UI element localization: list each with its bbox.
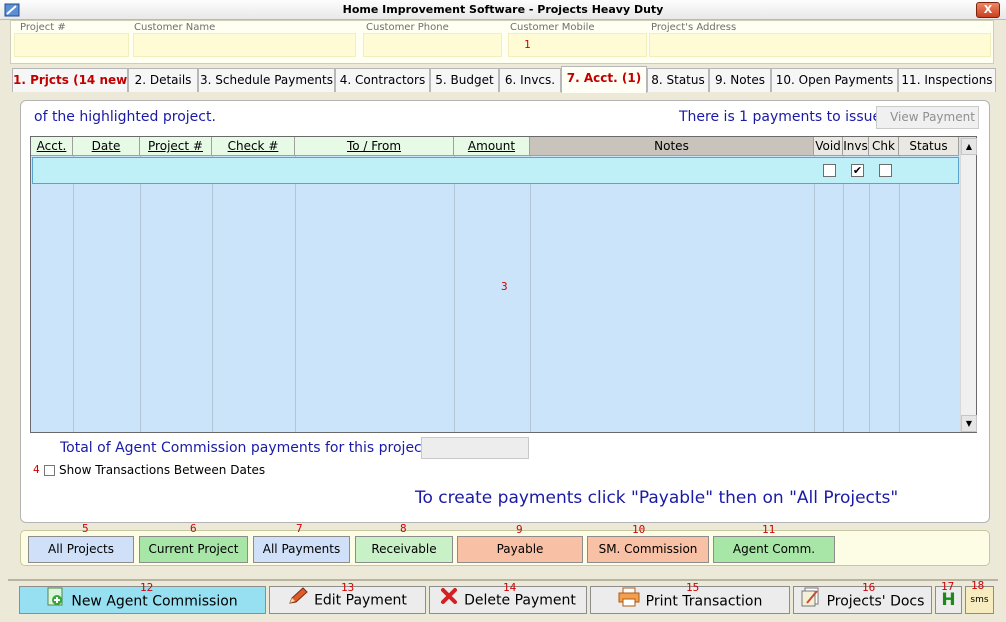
all-projects-button[interactable]: All Projects bbox=[28, 536, 134, 563]
marker-8: 8 bbox=[400, 522, 407, 535]
show-between-label: Show Transactions Between Dates bbox=[59, 463, 266, 477]
marker-5: 5 bbox=[82, 522, 89, 535]
project-num-field[interactable] bbox=[14, 33, 129, 57]
customer-name-label: Customer Name bbox=[134, 22, 216, 33]
marker-6: 6 bbox=[190, 522, 197, 535]
col-divider bbox=[212, 156, 213, 432]
col-chk[interactable]: Chk bbox=[869, 137, 899, 156]
marker-12: 12 bbox=[140, 581, 154, 594]
scroll-down-icon[interactable]: ▼ bbox=[961, 415, 977, 432]
marker-11: 11 bbox=[762, 523, 776, 536]
marker-10: 10 bbox=[632, 523, 646, 536]
marker-9: 9 bbox=[516, 523, 523, 536]
col-divider bbox=[843, 156, 844, 432]
current-project-button[interactable]: Current Project bbox=[139, 536, 248, 563]
documents-icon bbox=[801, 587, 821, 616]
project-address-field[interactable] bbox=[649, 33, 991, 57]
col-check-num[interactable]: Check # bbox=[212, 137, 295, 156]
sm-commission-button[interactable]: SM. Commission bbox=[587, 536, 709, 563]
marker-1: 1 bbox=[524, 38, 531, 51]
scroll-up-icon[interactable]: ▲ bbox=[961, 138, 977, 155]
marker-4: 4 bbox=[33, 463, 40, 476]
void-checkbox[interactable] bbox=[823, 164, 836, 177]
total-field bbox=[421, 437, 529, 459]
tab-status[interactable]: 8. Status bbox=[647, 68, 709, 92]
tab-inspections[interactable]: 11. Inspections bbox=[898, 68, 996, 92]
col-divider bbox=[295, 156, 296, 432]
table-row[interactable]: ✔ bbox=[32, 157, 959, 184]
print-transaction-label: Print Transaction bbox=[645, 593, 763, 610]
marker-17: 17 bbox=[941, 580, 955, 593]
col-to-from[interactable]: To / From bbox=[295, 137, 454, 156]
col-amount[interactable]: Amount bbox=[454, 137, 530, 156]
tab-contractors[interactable]: 4. Contractors bbox=[335, 68, 430, 92]
new-record-icon bbox=[47, 587, 65, 616]
edit-payment-label: Edit Payment bbox=[314, 592, 407, 609]
all-payments-button[interactable]: All Payments bbox=[253, 536, 350, 563]
payable-button[interactable]: Payable bbox=[457, 536, 583, 563]
col-divider bbox=[899, 156, 900, 432]
printer-icon bbox=[618, 587, 640, 616]
close-button[interactable]: X bbox=[976, 2, 1000, 18]
view-payment-label: View Payment bbox=[890, 110, 975, 124]
tab-budget[interactable]: 5. Budget bbox=[430, 68, 499, 92]
tab-schedule-payments[interactable]: 3. Schedule Payments bbox=[198, 68, 335, 92]
tab-accounting[interactable]: 7. Acct. (1) bbox=[561, 66, 647, 93]
col-status[interactable]: Status bbox=[899, 137, 959, 156]
show-between-checkbox[interactable] bbox=[44, 465, 55, 476]
agent-comm-button[interactable]: Agent Comm. bbox=[713, 536, 835, 563]
payments-grid[interactable]: Acct. Date Project # Check # To / From A… bbox=[30, 136, 977, 433]
customer-mobile-label: Customer Mobile bbox=[510, 22, 595, 33]
delete-payment-label: Delete Payment bbox=[464, 592, 576, 609]
col-project-num[interactable]: Project # bbox=[140, 137, 212, 156]
col-divider bbox=[140, 156, 141, 432]
marker-16: 16 bbox=[862, 581, 876, 594]
tab-open-payments[interactable]: 10. Open Payments bbox=[771, 68, 898, 92]
payments-info: There is 1 payments to issue bbox=[679, 109, 882, 125]
tab-notes[interactable]: 9. Notes bbox=[709, 68, 771, 92]
tab-invoices[interactable]: 6. Invcs. bbox=[499, 68, 561, 92]
panel-subtitle: of the highlighted project. bbox=[34, 109, 216, 125]
receivable-button[interactable]: Receivable bbox=[355, 536, 453, 563]
view-payment-button[interactable]: View Payment bbox=[876, 106, 979, 129]
marker-13: 13 bbox=[341, 581, 355, 594]
col-divider bbox=[869, 156, 870, 432]
sms-icon: sms bbox=[970, 595, 989, 605]
vertical-scrollbar[interactable]: ▲ ▼ bbox=[960, 138, 977, 432]
col-divider bbox=[454, 156, 455, 432]
col-notes[interactable]: Notes bbox=[530, 137, 814, 156]
col-void[interactable]: Void bbox=[814, 137, 843, 156]
marker-7: 7 bbox=[296, 522, 303, 535]
new-agent-commission-label: New Agent Commission bbox=[71, 593, 238, 610]
chk-checkbox[interactable] bbox=[879, 164, 892, 177]
create-hint: To create payments click "Payable" then … bbox=[415, 488, 899, 508]
pencil-icon bbox=[288, 587, 308, 614]
tab-details[interactable]: 2. Details bbox=[128, 68, 198, 92]
project-address-label: Project's Address bbox=[651, 22, 737, 33]
marker-15: 15 bbox=[686, 581, 700, 594]
total-label: Total of Agent Commission payments for t… bbox=[60, 440, 428, 456]
projects-docs-label: Projects' Docs bbox=[826, 593, 925, 610]
col-divider bbox=[530, 156, 531, 432]
col-invs[interactable]: Invs bbox=[843, 137, 869, 156]
project-num-label: Project # bbox=[20, 22, 66, 33]
window-title: Home Improvement Software - Projects Hea… bbox=[342, 3, 664, 16]
customer-name-field[interactable] bbox=[133, 33, 356, 57]
marker-3: 3 bbox=[501, 280, 508, 293]
col-divider bbox=[73, 156, 74, 432]
customer-phone-label: Customer Phone bbox=[366, 22, 449, 33]
tab-projects[interactable]: 1. Prjcts (14 new) bbox=[12, 68, 133, 92]
title-bar: Home Improvement Software - Projects Hea… bbox=[0, 0, 1006, 20]
col-divider bbox=[814, 156, 815, 432]
invs-checkbox[interactable]: ✔ bbox=[851, 164, 864, 177]
customer-phone-field[interactable] bbox=[363, 33, 502, 57]
marker-18: 18 bbox=[971, 579, 985, 592]
marker-14: 14 bbox=[503, 581, 517, 594]
delete-x-icon bbox=[440, 587, 458, 614]
col-acct[interactable]: Acct. bbox=[31, 137, 73, 156]
col-date[interactable]: Date bbox=[73, 137, 140, 156]
